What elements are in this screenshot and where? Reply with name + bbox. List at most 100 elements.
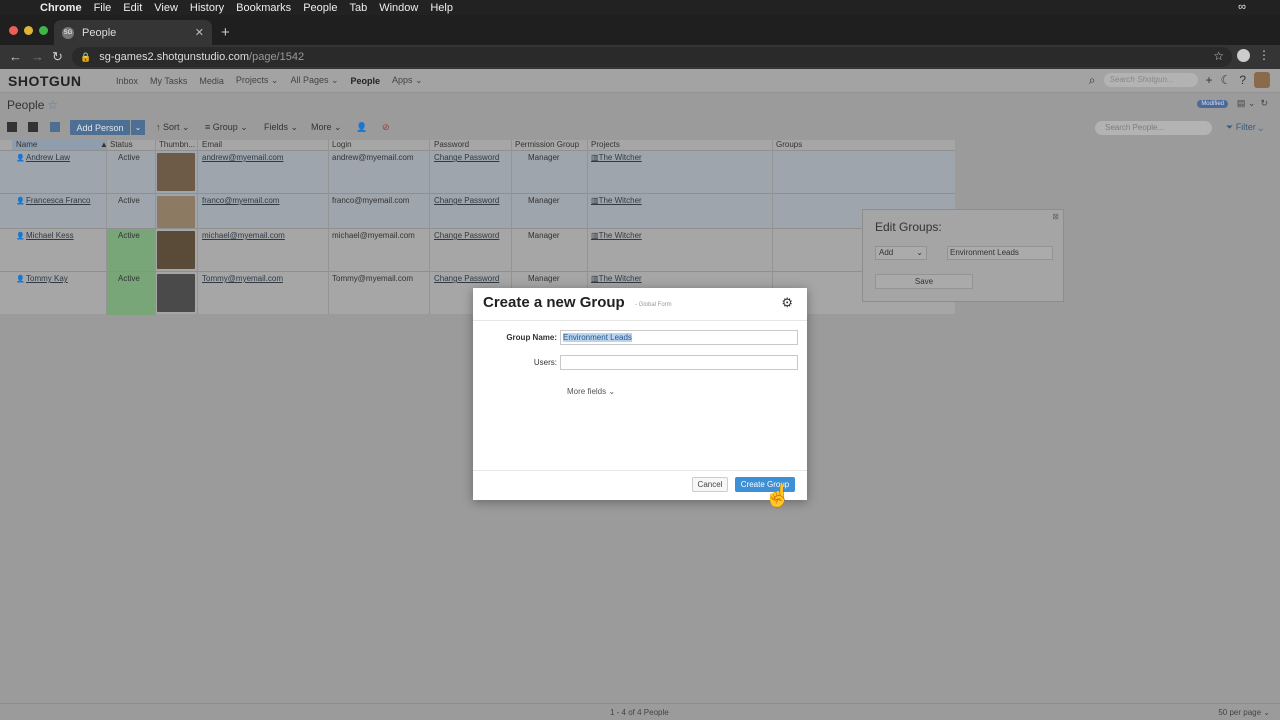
nav-projects[interactable]: Projects ⌄ — [236, 75, 279, 86]
person-thumbnail[interactable] — [157, 153, 195, 191]
col-status[interactable]: Status — [110, 140, 133, 150]
person-login[interactable]: andrew@myemail.com — [332, 153, 413, 162]
forward-icon[interactable]: → — [31, 49, 44, 64]
col-password[interactable]: Password — [434, 140, 469, 150]
group-button[interactable]: ≡ Group ⌄ — [205, 122, 248, 133]
person-thumbnail[interactable] — [157, 196, 195, 228]
person-name[interactable]: Francesca Franco — [26, 196, 90, 205]
remove-person-icon[interactable]: ⊘ — [382, 122, 390, 133]
col-permission-group[interactable]: Permission Group — [515, 140, 579, 150]
add-person-button[interactable]: Add Person — [70, 120, 130, 135]
glasses-icon[interactable]: ∞ — [1238, 1, 1246, 13]
person-permission[interactable]: Manager — [528, 274, 560, 283]
detail-view-icon[interactable] — [7, 122, 17, 132]
change-password-link[interactable]: Change Password — [434, 153, 499, 162]
search-people-input[interactable]: Search People... — [1095, 121, 1212, 135]
person-name[interactable]: Andrew Law — [26, 153, 70, 162]
menu-help[interactable]: Help — [430, 2, 453, 14]
fields-button[interactable]: Fields ⌄ — [264, 122, 298, 133]
person-status[interactable]: Active — [118, 274, 140, 283]
profile-icon[interactable] — [1237, 49, 1250, 62]
new-tab-icon[interactable]: + — [221, 24, 230, 41]
search-icon[interactable]: ⌕ — [1089, 73, 1096, 88]
browser-tab[interactable]: SG People ✕ — [54, 20, 212, 45]
reload-icon[interactable]: ↻ — [52, 49, 63, 65]
minimize-window-icon[interactable] — [24, 26, 33, 35]
person-project[interactable]: ▥The Witcher — [591, 274, 642, 283]
menu-app-name[interactable]: Chrome — [40, 2, 82, 14]
person-project[interactable]: ▥The Witcher — [591, 231, 642, 240]
menu-bookmarks[interactable]: Bookmarks — [236, 2, 291, 14]
nav-apps[interactable]: Apps ⌄ — [392, 75, 423, 86]
favorite-star-icon[interactable]: ☆ — [47, 98, 58, 112]
edit-groups-value-input[interactable]: Environment Leads — [947, 246, 1053, 260]
menu-file[interactable]: File — [94, 2, 112, 14]
nav-all-pages[interactable]: All Pages ⌄ — [290, 75, 338, 86]
menu-view[interactable]: View — [154, 2, 178, 14]
person-email[interactable]: Tommy@myemail.com — [202, 274, 283, 283]
back-icon[interactable]: ← — [9, 49, 22, 64]
col-thumbnail[interactable]: Thumbn... — [159, 140, 195, 150]
col-email[interactable]: Email — [202, 140, 222, 150]
person-thumbnail[interactable] — [157, 274, 195, 312]
change-password-link[interactable]: Change Password — [434, 196, 499, 205]
person-name[interactable]: Tommy Kay — [26, 274, 68, 283]
close-window-icon[interactable] — [9, 26, 18, 35]
edit-groups-action-select[interactable]: Add ⌄ — [875, 246, 927, 260]
add-person-dropdown-icon[interactable]: ⌄ — [131, 120, 145, 135]
person-name[interactable]: Michael Kess — [26, 231, 74, 240]
grid-view-icon[interactable] — [28, 122, 38, 132]
bookmark-star-icon[interactable]: ☆ — [1213, 49, 1224, 63]
menu-people[interactable]: People — [303, 2, 337, 14]
menu-history[interactable]: History — [190, 2, 224, 14]
modified-badge[interactable]: Modified — [1197, 100, 1228, 108]
filter-button[interactable]: ⏷ Filter ⌄ — [1226, 122, 1263, 133]
menu-window[interactable]: Window — [379, 2, 418, 14]
per-page-select[interactable]: 50 per page ⌄ — [1218, 708, 1270, 717]
col-login[interactable]: Login — [332, 140, 352, 150]
users-input[interactable] — [560, 355, 798, 370]
col-projects[interactable]: Projects — [591, 140, 620, 150]
group-name-input[interactable]: Environment Leads — [560, 330, 798, 345]
nav-people[interactable]: People — [351, 76, 381, 86]
nav-media[interactable]: Media — [199, 76, 224, 86]
person-status[interactable]: Active — [118, 196, 140, 205]
menu-tab[interactable]: Tab — [349, 2, 367, 14]
person-status[interactable]: Active — [118, 153, 140, 162]
more-fields-toggle[interactable]: More fields ⌄ — [567, 387, 615, 396]
person-email[interactable]: franco@myemail.com — [202, 196, 279, 205]
global-search-input[interactable]: Search Shotgun... — [1103, 73, 1198, 87]
table-row[interactable]: 👤 Michael Kess Active michael@myemail.co… — [0, 228, 955, 272]
cancel-button[interactable]: Cancel — [692, 477, 728, 492]
more-button[interactable]: More ⌄ — [311, 122, 342, 133]
person-login[interactable]: franco@myemail.com — [332, 196, 409, 205]
page-refresh-icon[interactable]: ▤ ⌄ ↻ — [1237, 98, 1268, 109]
table-row[interactable]: 👤 Andrew Law Active andrew@myemail.com a… — [0, 150, 955, 193]
browser-menu-icon[interactable]: ⋮ — [1258, 48, 1270, 62]
url-input[interactable]: 🔒 sg-games2.shotgunstudio.com/page/1542 — [72, 47, 1232, 67]
user-avatar[interactable] — [1254, 72, 1270, 88]
nav-my-tasks[interactable]: My Tasks — [150, 76, 187, 86]
list-view-icon[interactable] — [50, 122, 60, 132]
table-row[interactable]: 👤 Francesca Franco Active franco@myemail… — [0, 193, 955, 228]
person-permission[interactable]: Manager — [528, 153, 560, 162]
person-project[interactable]: ▥The Witcher — [591, 153, 642, 162]
person-project[interactable]: ▥The Witcher — [591, 196, 642, 205]
sort-button[interactable]: ↑ Sort ⌄ — [156, 122, 190, 133]
shotgun-logo[interactable]: SHOTGUN — [8, 73, 104, 89]
menu-edit[interactable]: Edit — [123, 2, 142, 14]
col-groups[interactable]: Groups — [776, 140, 802, 150]
change-password-link[interactable]: Change Password — [434, 274, 499, 283]
person-status[interactable]: Active — [118, 231, 140, 240]
dark-mode-icon[interactable]: ☾ — [1221, 73, 1232, 87]
person-login[interactable]: Tommy@myemail.com — [332, 274, 413, 283]
person-login[interactable]: michael@myemail.com — [332, 231, 415, 240]
help-icon[interactable]: ? — [1239, 73, 1246, 87]
zoom-window-icon[interactable] — [39, 26, 48, 35]
person-thumbnail[interactable] — [157, 231, 195, 269]
add-icon[interactable]: + — [1206, 73, 1213, 87]
person-permission[interactable]: Manager — [528, 231, 560, 240]
close-icon[interactable]: ⊠ — [1052, 212, 1059, 221]
edit-groups-save-button[interactable]: Save — [875, 274, 973, 289]
person-permission[interactable]: Manager — [528, 196, 560, 205]
